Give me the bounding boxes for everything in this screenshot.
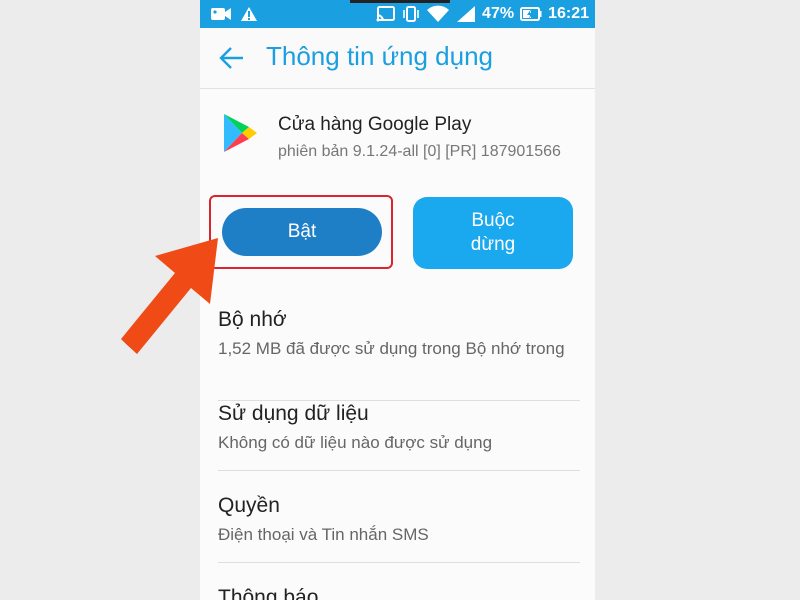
force-stop-button[interactable]: Buộc dừng [413, 197, 573, 269]
enable-button[interactable]: Bật [222, 208, 382, 256]
app-bar: Thông tin ứng dụng [200, 28, 595, 89]
section-subtitle: Điện thoại và Tin nhắn SMS [218, 525, 429, 544]
section-title: Quyền [218, 494, 280, 517]
status-right-icons: 47% 16:21 [376, 4, 589, 24]
notifications-section[interactable]: Thông báo [218, 586, 578, 600]
app-header: Cửa hàng Google Play phiên bản 9.1.24-al… [200, 100, 595, 180]
app-version: phiên bản 9.1.24-all [0] [PR] 187901566 [278, 143, 561, 160]
permissions-section[interactable]: Quyền Điện thoại và Tin nhắn SMS [218, 494, 578, 546]
section-subtitle: 1,52 MB đã được sử dụng trong Bộ nhớ tro… [218, 339, 565, 358]
vibrate-icon [403, 6, 419, 22]
video-camera-icon [211, 8, 231, 20]
data-usage-section[interactable]: Sử dụng dữ liệu Không có dữ liệu nào đượ… [218, 402, 578, 454]
divider [218, 562, 580, 563]
cast-icon [376, 6, 396, 22]
section-title: Thông báo [218, 586, 319, 600]
divider [218, 470, 580, 471]
pointer-arrow-icon [121, 238, 218, 358]
status-time: 16:21 [548, 5, 589, 22]
warning-icon [241, 7, 257, 21]
back-arrow-icon[interactable] [218, 46, 244, 70]
status-bar: 47% 16:21 [200, 0, 595, 28]
status-left-icons [210, 5, 258, 23]
section-title: Bộ nhớ [218, 308, 287, 331]
battery-charging-icon [520, 7, 542, 21]
section-subtitle: Không có dữ liệu nào được sử dụng [218, 433, 493, 452]
phone-screen: 47% 16:21 Thông tin ứng dụng Cửa hàng Go… [200, 0, 595, 600]
google-play-icon [224, 114, 257, 152]
app-name: Cửa hàng Google Play [278, 114, 472, 135]
page-title: Thông tin ứng dụng [266, 41, 494, 71]
signal-icon [457, 6, 476, 22]
force-stop-label: Buộc dừng [470, 210, 516, 255]
battery-percent: 47% [482, 5, 515, 22]
divider [218, 400, 580, 401]
section-title: Sử dụng dữ liệu [218, 402, 369, 425]
wifi-icon [427, 5, 450, 22]
camera-notch [350, 0, 450, 3]
storage-section[interactable]: Bộ nhớ 1,52 MB đã được sử dụng trong Bộ … [218, 308, 578, 360]
